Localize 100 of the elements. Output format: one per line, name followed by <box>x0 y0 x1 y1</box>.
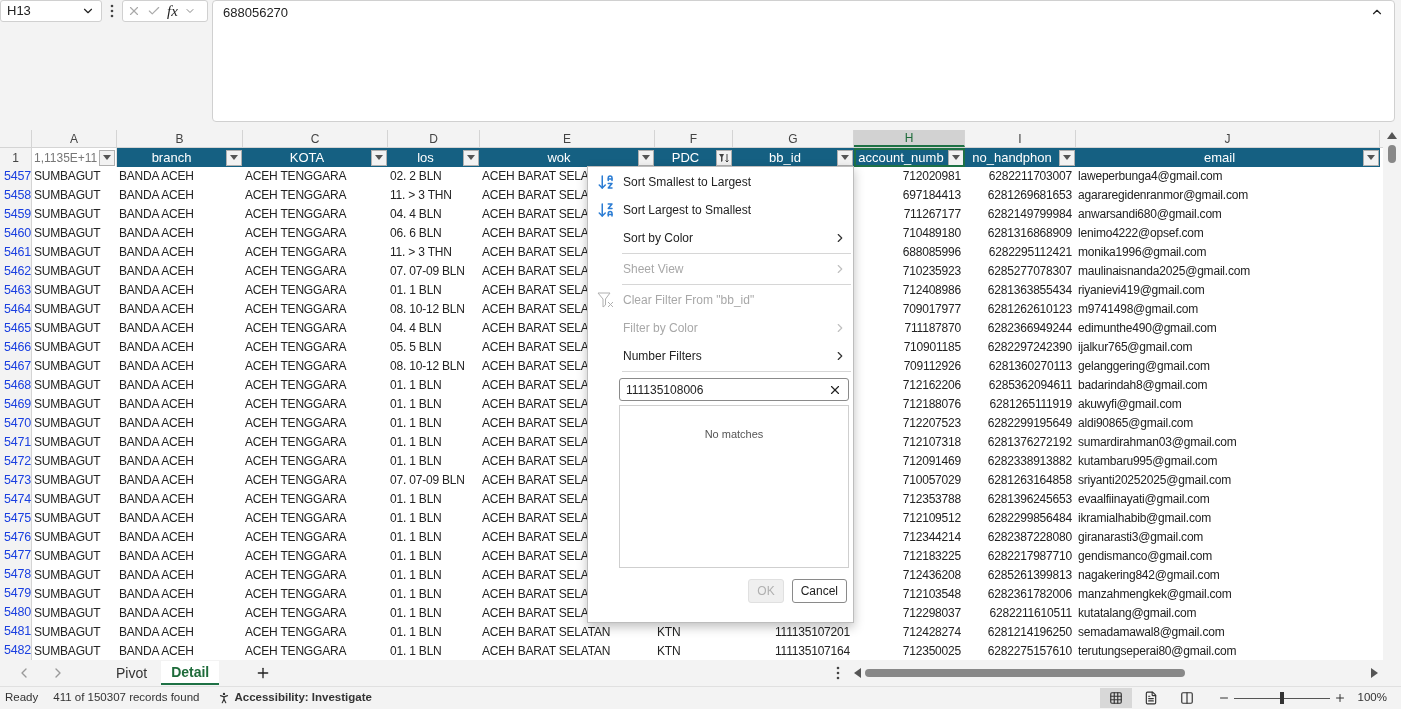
dialog-button[interactable]: Cancel <box>791 579 847 603</box>
column-letter[interactable]: E <box>480 130 655 147</box>
filter-dropdown-button[interactable] <box>1363 149 1379 166</box>
filter-dropdown-button[interactable] <box>837 149 853 166</box>
table-cell-text: 6282275157610 <box>987 642 1072 660</box>
table-cell-text: BANDA ACEH <box>119 396 194 414</box>
row-number[interactable]: 5482 <box>0 641 32 661</box>
table-cell-text: SUMBAGUT <box>34 206 101 224</box>
normal-view-button[interactable] <box>1099 688 1132 708</box>
table-cell-text: 111135107164 <box>775 642 850 660</box>
more-options-icon[interactable] <box>836 666 841 680</box>
status-text: Ready <box>5 690 39 706</box>
table-cell-text: ijalkur765@gmail.com <box>1078 339 1193 357</box>
menu-item[interactable]: Sort by Color <box>588 224 853 252</box>
row-number[interactable]: 5477 <box>0 546 32 566</box>
table-cell-text: 712020981 <box>902 168 961 186</box>
table-cell-text: 709017977 <box>902 301 961 319</box>
search-field[interactable]: 111135108006 <box>619 378 849 401</box>
filter-dropdown-button[interactable] <box>226 149 242 166</box>
table-cell-text: 709112926 <box>903 358 961 376</box>
filter-dropdown-button[interactable] <box>1059 149 1075 166</box>
column-letter[interactable]: F <box>655 130 733 147</box>
page-layout-icon[interactable] <box>1143 691 1158 705</box>
row-number[interactable]: 5480 <box>0 603 32 623</box>
table-cell-text: ACEH TENGGARA <box>245 566 347 584</box>
row-number[interactable]: 1 <box>0 148 32 167</box>
menu-item[interactable]: Number Filters <box>588 342 853 370</box>
scroll-left-icon[interactable] <box>854 668 862 678</box>
table-cell-text: SUMBAGUT <box>34 301 101 319</box>
filter-dropdown-button[interactable] <box>638 149 654 166</box>
formula-field[interactable]: 688056270 <box>212 0 1395 122</box>
table-cell-text: manzahmengkek@gmail.com <box>1078 585 1232 603</box>
row-number[interactable]: 5481 <box>0 622 32 642</box>
table-cell-text: KTN <box>657 642 681 660</box>
filter-dropdown-button[interactable] <box>948 149 964 166</box>
insert-function-button[interactable]: fx <box>167 0 178 23</box>
table-cell-text: BANDA ACEH <box>119 623 194 641</box>
row-number[interactable]: 5475 <box>0 508 32 528</box>
page-break-icon[interactable] <box>1179 691 1194 705</box>
column-letter[interactable]: C <box>243 130 388 147</box>
row-number[interactable]: 5476 <box>0 527 32 547</box>
row-number[interactable]: 5479 <box>0 584 32 604</box>
filter-active-button[interactable] <box>716 149 732 166</box>
filter-dropdown-button[interactable] <box>371 149 387 166</box>
more-options-icon[interactable] <box>110 4 114 18</box>
table-cell-text: ACEH TENGGARA <box>245 206 347 224</box>
table-cell-text: SUMBAGUT <box>34 320 101 338</box>
zoom-slider[interactable] <box>1233 692 1330 704</box>
table-cell-text: 6281316868909 <box>987 225 1072 243</box>
table-cell-text: ACEH TENGGARA <box>245 642 347 660</box>
column-letter[interactable]: H <box>854 130 965 147</box>
name-box[interactable]: H13 <box>0 0 102 22</box>
scroll-thumb <box>1388 145 1396 163</box>
table-cell-text: BANDA ACEH <box>119 358 194 376</box>
table-cell-text: 01. 1 BLN <box>390 509 442 527</box>
table-cell-text: SUMBAGUT <box>34 472 101 489</box>
row-number[interactable]: 5474 <box>0 489 32 509</box>
sheet-tab[interactable]: Pivot <box>106 661 158 685</box>
table-cell-text: 01. 1 BLN <box>390 396 442 414</box>
table-cell-text: 6285277078307 <box>987 263 1072 281</box>
scroll-right-icon[interactable] <box>1371 668 1379 678</box>
table-cell-text: akuwyfi@gmail.com <box>1078 396 1182 414</box>
table-cell-text: 6281269681653 <box>987 187 1072 205</box>
accessibility-button[interactable]: Accessibility: Investigate <box>217 689 372 707</box>
table-cell-text: 712344214 <box>902 528 961 546</box>
table-cell-text: 6282299856484 <box>987 509 1072 527</box>
table-cell-text: 01. 1 BLN <box>390 434 442 452</box>
table-cell-text: ACEH BARAT SELA <box>482 377 589 395</box>
header-cell: wok <box>480 148 655 167</box>
table-cell-text: 01. 1 BLN <box>390 453 442 470</box>
table-cell-text: ACEH TENGGARA <box>245 547 347 565</box>
row-number[interactable]: 5478 <box>0 565 32 585</box>
row-number[interactable]: 5457 <box>0 167 32 186</box>
column-letter[interactable]: I <box>965 130 1076 147</box>
table-cell-text: BANDA ACEH <box>119 434 194 452</box>
zoom-level[interactable]: 100% <box>1357 689 1387 707</box>
sheet-tab[interactable]: Detail <box>161 661 220 685</box>
table-cell-text: ACEH TENGGARA <box>245 396 347 414</box>
table-cell-text: BANDA ACEH <box>119 377 194 395</box>
filter-dropdown-button[interactable] <box>99 149 115 166</box>
table-cell-text: BANDA ACEH <box>119 168 194 186</box>
table-cell-text: SUMBAGUT <box>34 528 101 546</box>
filter-dropdown-button[interactable] <box>463 149 479 166</box>
table-cell-text: 11. > 3 THN <box>390 187 452 205</box>
column-letter[interactable]: D <box>388 130 480 147</box>
table-cell-text: 710057029 <box>902 472 961 489</box>
table-cell-text: evaalfiinayati@gmail.com <box>1078 490 1210 508</box>
menu-item[interactable]: Sort Smallest to Largest <box>588 168 853 196</box>
column-letter[interactable]: A <box>32 130 117 147</box>
table-cell-text: SUMBAGUT <box>34 604 101 622</box>
table-cell-text: terutungseperai80@gmail.com <box>1078 642 1237 660</box>
zoom-in-icon[interactable] <box>1333 692 1346 704</box>
table-cell-text: 710901185 <box>903 339 961 357</box>
column-letter[interactable]: B <box>117 130 243 147</box>
table-cell-text: 6282387228080 <box>987 528 1072 546</box>
menu-item[interactable]: Sort Largest to Smallest <box>588 196 853 224</box>
horizontal-scrollbar[interactable] <box>854 666 1379 680</box>
dropdown-arrow-icon <box>467 155 475 160</box>
column-letter[interactable]: J <box>1076 130 1380 147</box>
table-cell-text: ACEH BARAT SELA <box>482 547 589 565</box>
